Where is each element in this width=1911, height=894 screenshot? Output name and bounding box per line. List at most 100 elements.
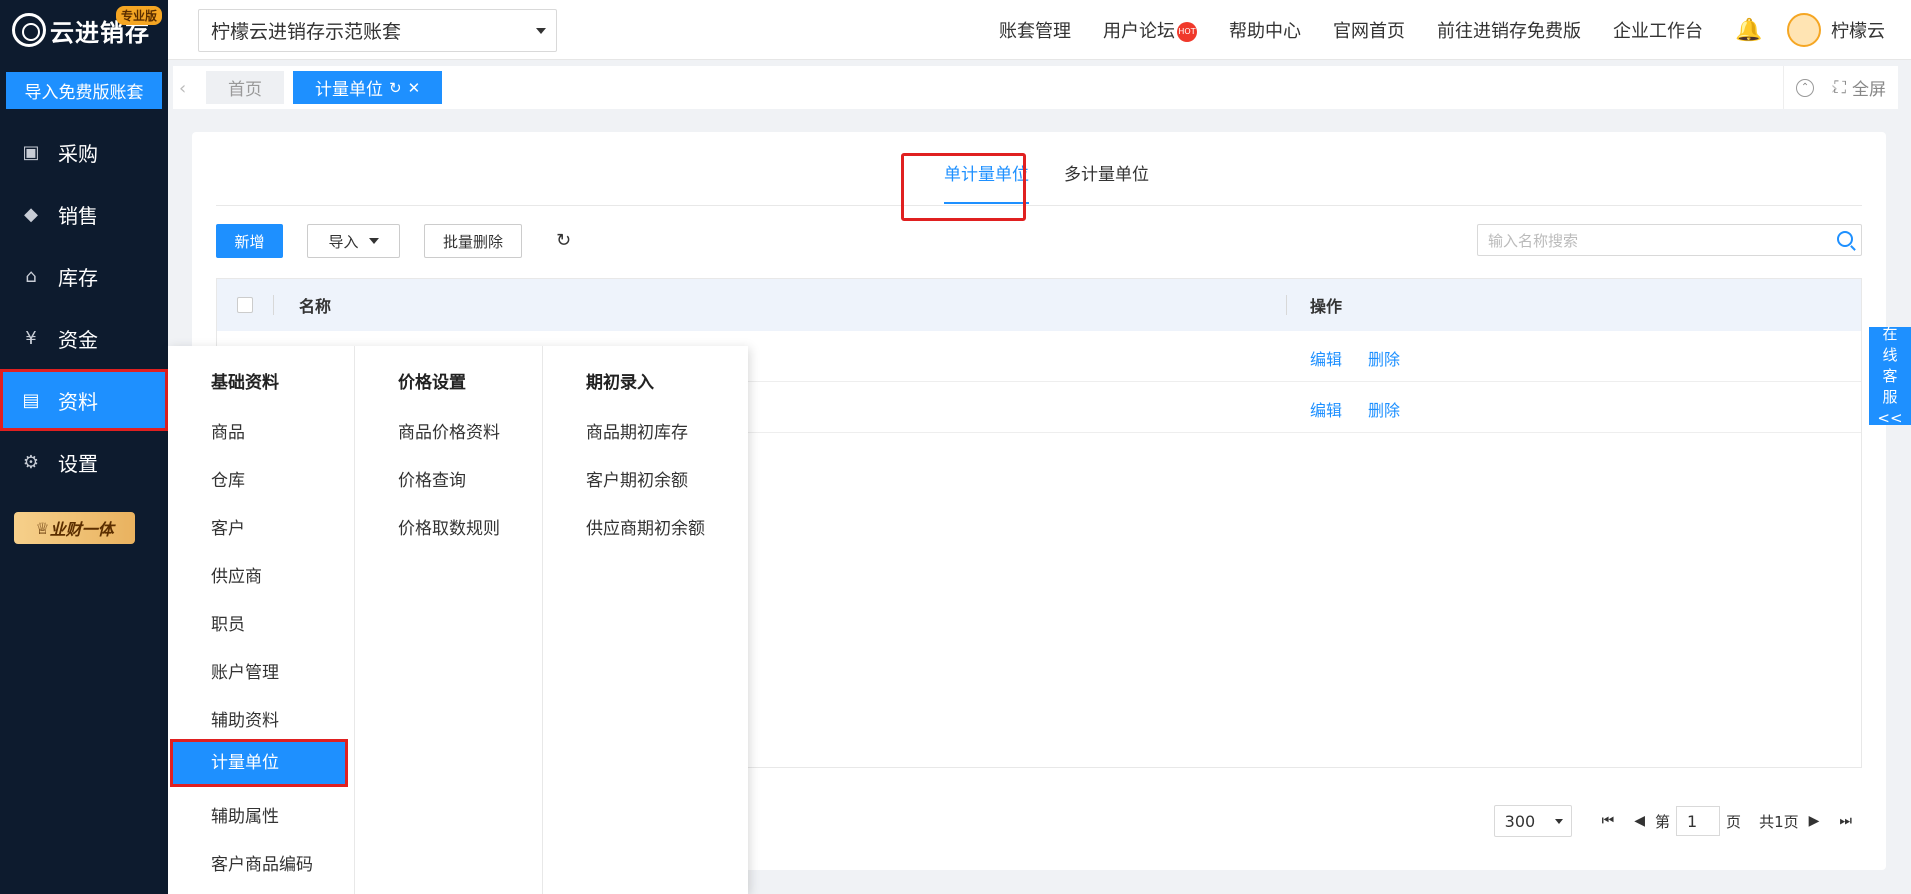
sidebar-item-label: 资金	[58, 327, 98, 352]
search-placeholder: 输入名称搜索	[1488, 231, 1579, 250]
menu-item-aux-attr[interactable]: 辅助属性	[211, 802, 279, 827]
menu-item-supplier[interactable]: 供应商	[211, 562, 262, 587]
table-header: 名称 操作	[217, 279, 1861, 331]
fullscreen-label[interactable]: 全屏	[1852, 75, 1886, 100]
tab-home[interactable]: 首页	[206, 71, 284, 104]
menu-item-price-rule[interactable]: 价格取数规则	[398, 514, 500, 539]
menu-column-opening: 期初录入 商品期初库存 客户期初余额 供应商期初余额	[543, 346, 748, 894]
online-service-button[interactable]: 在 线 客 服 <<	[1869, 325, 1911, 427]
edition-badge: 专业版	[115, 6, 162, 25]
select-all-checkbox[interactable]	[237, 297, 253, 313]
header-link-free-version[interactable]: 前往进销存免费版	[1437, 17, 1581, 43]
menu-item-customer-product-code[interactable]: 客户商品编码	[211, 850, 313, 875]
sidebar-item-data[interactable]: ▤ 资料	[0, 369, 168, 431]
chevron-down-icon	[1554, 819, 1563, 824]
refresh-icon[interactable]: ↻	[556, 230, 571, 251]
column-actions: 操作	[1310, 297, 1343, 316]
sidebar-item-purchase[interactable]: ▣ 采购	[0, 121, 168, 183]
header-link-workbench[interactable]: 企业工作台	[1613, 17, 1703, 43]
page-prefix: 第	[1655, 812, 1671, 831]
pagination: 300 ⏮ ◀ 第 1 页 共1页 ▶ ⏭	[1493, 804, 1862, 838]
close-icon[interactable]: ✕	[408, 79, 421, 97]
bell-icon[interactable]: 🔔	[1735, 18, 1762, 43]
menu-item-customer-opening-balance[interactable]: 客户期初余额	[586, 466, 688, 491]
tab-label: 计量单位	[315, 80, 383, 100]
menu-heading-price: 价格设置	[398, 373, 466, 393]
header-link-account-manage[interactable]: 账套管理	[999, 17, 1071, 43]
data-mega-menu: 基础资料 商品 仓库 客户 供应商 职员 账户管理 辅助资料 计量单位 辅助属性…	[168, 346, 748, 894]
import-label: 导入	[328, 232, 359, 251]
menu-item-measure-unit[interactable]: 计量单位	[170, 739, 348, 787]
menu-item-opening-stock[interactable]: 商品期初库存	[586, 418, 688, 443]
document-icon: ▤	[22, 389, 40, 411]
first-page-icon[interactable]: ⏮	[1602, 813, 1615, 829]
menu-item-product-price[interactable]: 商品价格资料	[398, 418, 500, 443]
finance-integration-badge[interactable]: ♕ 业财一体	[14, 512, 135, 544]
account-select[interactable]: 柠檬云进销存示范账套	[198, 9, 557, 52]
row-actions: 编辑 删除	[1310, 397, 1426, 421]
tab-measure-unit[interactable]: 计量单位 ↻ ✕	[293, 71, 443, 104]
chevron-down-icon	[368, 238, 379, 244]
page-size-value: 300	[1504, 811, 1536, 831]
service-char: 客	[1882, 366, 1898, 385]
unit-subtabs: 单计量单位 多计量单位	[216, 162, 1862, 206]
header-link-website[interactable]: 官网首页	[1333, 17, 1405, 43]
menu-heading-basic: 基础资料	[211, 373, 279, 393]
sidebar-item-sales[interactable]: ◆ 销售	[0, 183, 168, 245]
prev-page-icon[interactable]: ◀	[1634, 813, 1645, 829]
page-size-select[interactable]: 300	[1493, 805, 1572, 837]
import-free-account-button[interactable]: 导入免费版账套	[6, 72, 162, 109]
delete-link[interactable]: 删除	[1368, 350, 1400, 369]
menu-item-warehouse[interactable]: 仓库	[211, 466, 245, 491]
sidebar-item-label: 资料	[58, 389, 98, 414]
page-total: 共1页	[1759, 812, 1799, 831]
header-link-help[interactable]: 帮助中心	[1229, 17, 1301, 43]
search-input[interactable]: 输入名称搜索	[1477, 224, 1862, 256]
edit-link[interactable]: 编辑	[1310, 350, 1342, 369]
sidebar-item-inventory[interactable]: ⌂ 库存	[0, 245, 168, 307]
yen-icon: ¥	[25, 327, 37, 349]
top-header: 柠檬云进销存示范账套 账套管理 用户论坛 HOT 帮助中心 官网首页 前往进销存免…	[168, 0, 1911, 60]
header-link-forum[interactable]: 用户论坛 HOT	[1103, 17, 1197, 43]
fullscreen-icon[interactable]: ⛶	[1834, 78, 1846, 98]
toolbar: 新增 导入 批量删除 ↻ 输入名称搜索	[216, 224, 1862, 258]
refresh-icon[interactable]: ↻	[389, 79, 402, 97]
menu-item-supplier-opening-balance[interactable]: 供应商期初余额	[586, 514, 705, 539]
menu-item-customer[interactable]: 客户	[211, 514, 245, 539]
page-number-input[interactable]: 1	[1676, 806, 1721, 836]
menu-heading-opening: 期初录入	[586, 373, 654, 393]
avatar[interactable]	[1787, 13, 1821, 47]
menu-item-aux-data[interactable]: 辅助资料	[211, 706, 279, 731]
menu-column-price: 价格设置 商品价格资料 价格查询 价格取数规则	[355, 346, 543, 894]
delete-link[interactable]: 删除	[1368, 401, 1400, 420]
import-dropdown-button[interactable]: 导入	[307, 224, 400, 258]
chevron-left-icon[interactable]: ‹	[179, 78, 186, 99]
sidebar-item-settings[interactable]: ⚙ 设置	[0, 431, 168, 493]
row-actions: 编辑 删除	[1310, 346, 1426, 370]
sidebar-item-label: 采购	[58, 141, 98, 166]
user-name[interactable]: 柠檬云	[1831, 17, 1885, 43]
menu-item-account-manage[interactable]: 账户管理	[211, 658, 279, 683]
add-button[interactable]: 新增	[216, 224, 283, 258]
column-divider	[273, 295, 274, 315]
sidebar-item-funds[interactable]: ¥ 资金	[0, 307, 168, 369]
search-icon[interactable]	[1837, 231, 1853, 247]
app-logo[interactable]: 云进销存 专业版	[0, 0, 168, 60]
vip-label: 业财一体	[49, 520, 114, 539]
edit-link[interactable]: 编辑	[1310, 401, 1342, 420]
collapse-up-icon[interactable]: ⌃	[1796, 78, 1815, 97]
tag-icon: ◆	[24, 203, 38, 225]
menu-item-staff[interactable]: 职员	[211, 610, 245, 635]
gear-icon: ⚙	[22, 451, 40, 473]
sidebar-item-label: 销售	[58, 203, 98, 228]
forum-label: 用户论坛	[1103, 21, 1175, 42]
menu-item-product[interactable]: 商品	[211, 418, 245, 443]
menu-item-price-query[interactable]: 价格查询	[398, 466, 466, 491]
warehouse-icon: ⌂	[25, 265, 37, 287]
last-page-icon[interactable]: ⏭	[1839, 813, 1852, 829]
subtab-multi-unit[interactable]: 多计量单位	[1064, 162, 1149, 206]
sidebar-nav: ▣ 采购 ◆ 销售 ⌂ 库存 ¥ 资金 ▤ 资料 ⚙ 设置	[0, 121, 168, 493]
next-page-icon[interactable]: ▶	[1809, 813, 1820, 829]
batch-delete-button[interactable]: 批量删除	[424, 224, 522, 258]
bag-icon: ▣	[22, 141, 40, 163]
